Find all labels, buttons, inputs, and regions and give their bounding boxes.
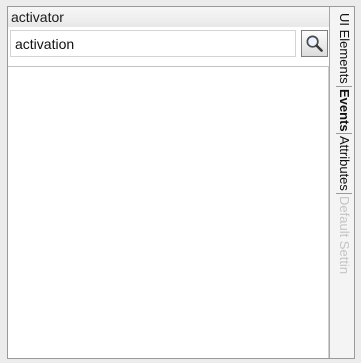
magnifier-icon: [306, 35, 323, 52]
tab-attributes[interactable]: Attributes: [336, 134, 352, 195]
tab-events[interactable]: Events: [336, 87, 352, 135]
tab-default-settings[interactable]: Default Settin: [336, 194, 352, 276]
panel-title: activator: [11, 9, 64, 25]
vertical-tab-strip: UI Elements Events Attributes Default Se…: [329, 7, 354, 358]
tab-ui-elements[interactable]: UI Elements: [336, 11, 352, 87]
results-list[interactable]: [8, 67, 329, 358]
panel-header: activator: [8, 7, 329, 28]
search-row: [8, 27, 329, 67]
search-input[interactable]: [10, 30, 296, 57]
panel-frame: activator UI Elements Events Attributes …: [7, 6, 355, 359]
search-button[interactable]: [301, 30, 328, 57]
